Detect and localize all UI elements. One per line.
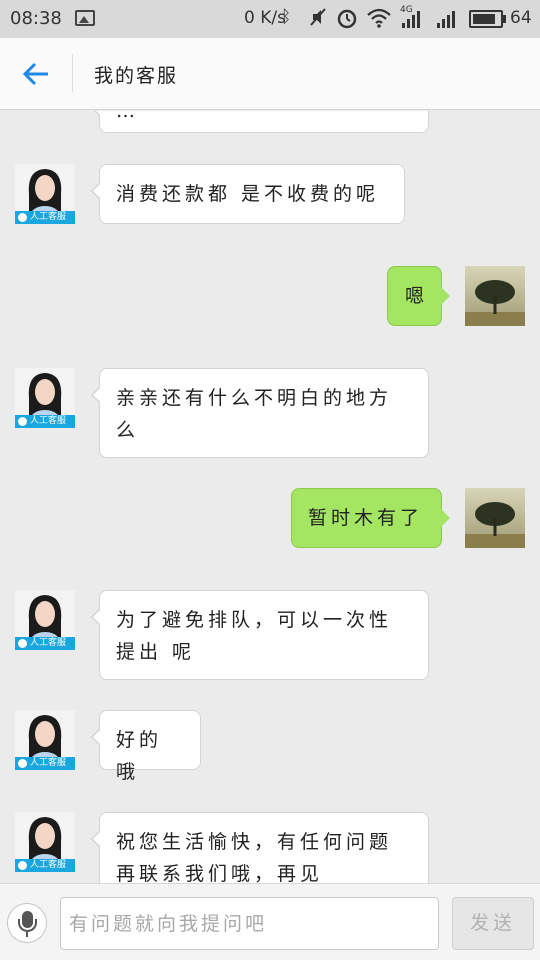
page-title: 我的客服	[94, 65, 179, 87]
message-text: 亲亲还有什么不明白的地方么	[116, 387, 393, 441]
message-bubble-agent: 亲亲还有什么不明白的地方么	[91, 368, 429, 458]
message-text: 祝您生活愉快，有任何问题再联系我们哦，再见	[116, 831, 393, 883]
agent-badge: 人工客服	[15, 415, 75, 428]
headset-icon	[18, 417, 27, 426]
message-bubble-agent: 为了避免排队，可以一次性提出 呢	[91, 590, 429, 680]
message-text: …	[116, 111, 139, 122]
message-bubble-user: 暂时木有了	[291, 488, 450, 548]
message-bubble-agent: …	[91, 111, 429, 133]
input-bar: 发送	[0, 883, 540, 960]
arrow-left-icon	[22, 62, 48, 86]
status-bar: 08:38 0 K/s ᛒ 4G 64	[0, 0, 540, 38]
voice-button[interactable]	[7, 903, 47, 943]
message-list[interactable]: … 人工客服 消费还款都 是不收费的呢 嗯 人工客服 亲亲还有什么不明白的地方么…	[0, 111, 540, 883]
agent-badge: 人工客服	[15, 637, 75, 650]
agent-badge: 人工客服	[15, 211, 75, 224]
header-divider	[72, 54, 73, 92]
mute-icon	[309, 7, 327, 32]
signal-4g-icon	[402, 11, 420, 28]
agent-avatar[interactable]: 人工客服	[15, 590, 75, 650]
message-text: 为了避免排队，可以一次性提出 呢	[116, 609, 393, 663]
bluetooth-icon: ᛒ	[281, 7, 292, 27]
battery-percent: 64	[510, 8, 532, 28]
message-bubble-agent: 祝您生活愉快，有任何问题再联系我们哦，再见	[91, 812, 429, 883]
agent-avatar[interactable]: 人工客服	[15, 710, 75, 770]
headset-icon	[18, 639, 27, 648]
message-input[interactable]	[60, 897, 439, 950]
tree-photo	[465, 488, 525, 548]
message-text: 暂时木有了	[308, 507, 424, 529]
message-bubble-user: 嗯	[387, 266, 450, 326]
chat-header: 我的客服	[0, 38, 540, 110]
message-text: 好的哦	[116, 729, 163, 783]
message-bubble-agent: 好的哦	[91, 710, 201, 783]
tree-photo	[465, 266, 525, 326]
alarm-icon	[336, 7, 358, 34]
image-icon	[75, 10, 95, 26]
wifi-icon	[366, 7, 392, 34]
message-text: 消费还款都 是不收费的呢	[116, 183, 380, 205]
message-bubble-agent: 消费还款都 是不收费的呢	[91, 164, 405, 224]
agent-avatar[interactable]: 人工客服	[15, 164, 75, 224]
headset-icon	[18, 759, 27, 768]
send-button[interactable]: 发送	[452, 897, 534, 950]
status-time: 08:38	[10, 8, 62, 29]
agent-avatar[interactable]: 人工客服	[15, 812, 75, 872]
headset-icon	[18, 861, 27, 870]
headset-icon	[18, 213, 27, 222]
agent-avatar[interactable]: 人工客服	[15, 368, 75, 428]
agent-badge: 人工客服	[15, 859, 75, 872]
battery-icon	[469, 10, 503, 28]
user-avatar[interactable]	[465, 488, 525, 548]
message-text: 嗯	[404, 285, 424, 307]
net-speed: 0 K/s	[244, 8, 286, 28]
user-avatar[interactable]	[465, 266, 525, 326]
agent-badge: 人工客服	[15, 757, 75, 770]
signal-icon	[437, 11, 455, 28]
back-button[interactable]	[16, 54, 56, 94]
